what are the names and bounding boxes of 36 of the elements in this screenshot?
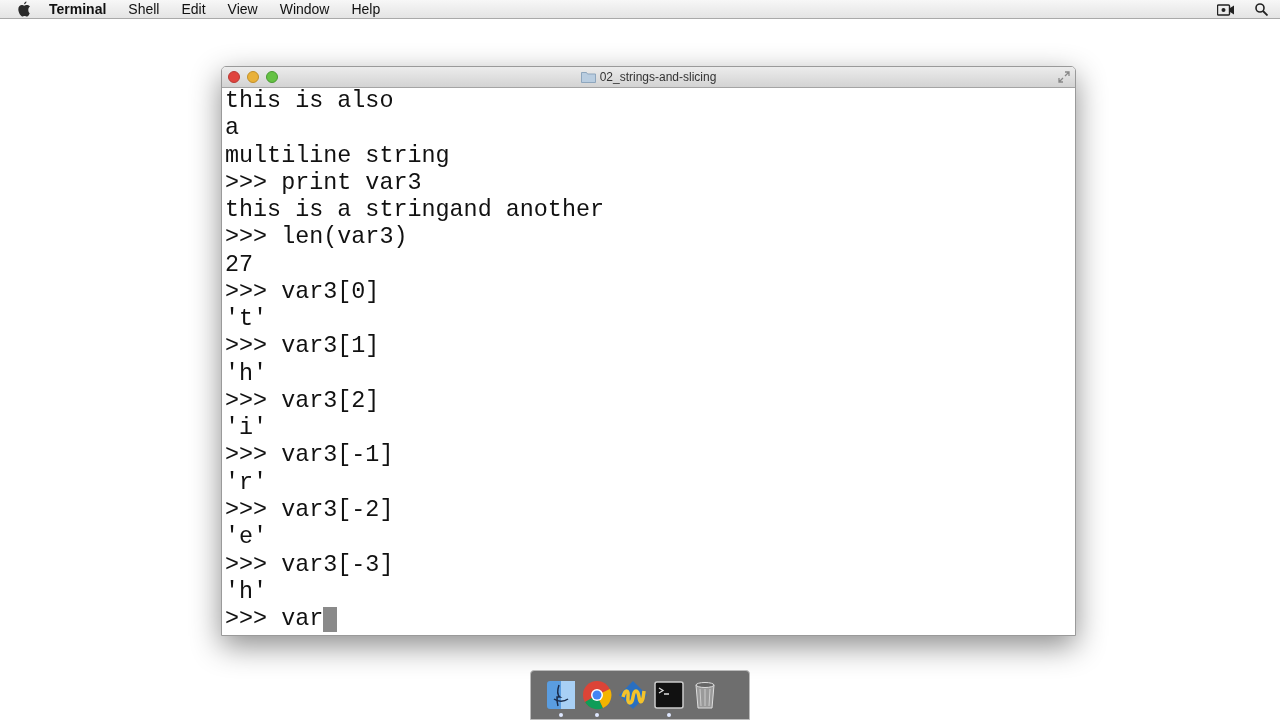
close-button[interactable] — [228, 71, 240, 83]
terminal-line: >>> var3[2] — [225, 387, 380, 414]
terminal-line: 'h' — [225, 578, 268, 605]
terminal-line: 27 — [225, 251, 254, 278]
terminal-line: 'i' — [225, 415, 268, 442]
terminal-line: this is also — [225, 88, 394, 114]
terminal-line: >>> var3[-3] — [225, 551, 394, 578]
terminal-line: a — [225, 115, 240, 142]
menu-item[interactable]: Shell — [128, 0, 160, 20]
terminal-line: multiline string — [225, 142, 450, 169]
chrome-browser-icon[interactable] — [581, 679, 613, 711]
prompt-input[interactable]: >>> var — [225, 606, 324, 634]
terminal-line: 'r' — [225, 469, 268, 496]
menu-item[interactable]: Edit — [181, 0, 206, 20]
terminal-line: >>> var3[0] — [225, 278, 380, 305]
menu-item[interactable]: Help — [351, 0, 381, 20]
terminal-line: 'h' — [225, 360, 268, 387]
search-icon[interactable] — [1255, 3, 1268, 16]
menu-item[interactable]: Window — [279, 0, 330, 20]
terminal-line: >>> var3[-2] — [225, 497, 394, 523]
terminal-line: >>> var3[1] — [225, 333, 380, 360]
menu-app-name[interactable]: Terminal — [49, 0, 107, 20]
terminal-line: >>> print var3 — [225, 169, 422, 196]
menu-item[interactable]: View — [227, 0, 258, 20]
fullscreen-icon[interactable] — [1058, 71, 1070, 83]
apple-logo-icon[interactable] — [16, 1, 31, 17]
window-title: 02_strings-and-slicing — [599, 69, 717, 86]
zoom-button[interactable] — [266, 71, 278, 83]
terminal-app-icon[interactable] — [653, 679, 685, 711]
video-camera-icon[interactable] — [1217, 3, 1235, 16]
terminal-line: 'e' — [225, 524, 268, 551]
terminal-line: >>> var3[-1] — [225, 442, 394, 469]
terminal-line: >>> len(var3) — [225, 224, 408, 251]
terminal-line: 't' — [225, 306, 268, 333]
folder-icon — [580, 71, 596, 83]
terminal-line: this is a stringand another — [225, 197, 604, 224]
